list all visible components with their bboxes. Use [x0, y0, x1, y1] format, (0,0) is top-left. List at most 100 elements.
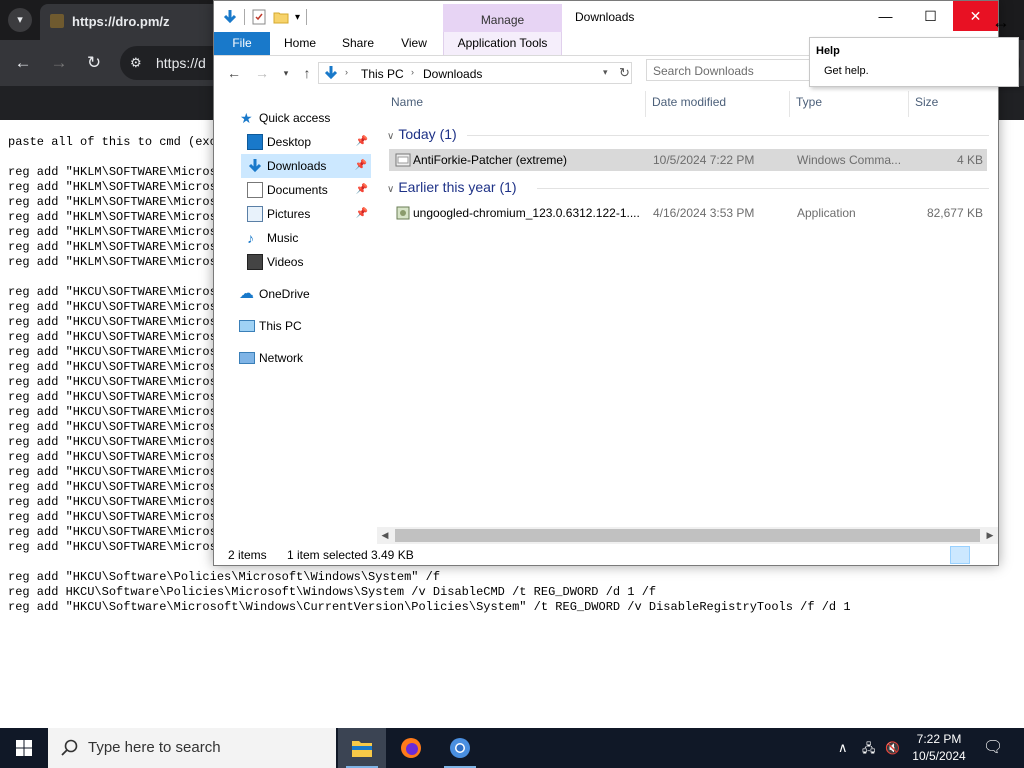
pin-icon[interactable]: 📌: [355, 154, 367, 178]
documents-icon: [247, 182, 263, 198]
nav-item-desktop[interactable]: Desktop 📌: [214, 130, 372, 154]
horizontal-scrollbar[interactable]: ◀ ▶: [377, 527, 998, 544]
taskbar-clock[interactable]: 7:22 PM 10/5/2024: [906, 731, 972, 765]
batch-file-icon: [395, 153, 411, 167]
scroll-left-icon[interactable]: ◀: [377, 527, 393, 544]
reload-icon[interactable]: ↻: [83, 52, 105, 74]
chevron-down-icon: ∨: [387, 131, 395, 142]
nav-item-pictures[interactable]: Pictures 📌: [214, 202, 372, 226]
pin-icon[interactable]: 📌: [356, 130, 368, 154]
search-input[interactable]: Search Downloads: [646, 59, 830, 81]
taskbar-search-input[interactable]: Type here to search: [48, 728, 336, 768]
nav-item-music[interactable]: ♪ Music: [214, 226, 372, 250]
download-arrow-icon[interactable]: [222, 9, 238, 25]
new-folder-icon[interactable]: [273, 9, 289, 25]
breadcrumb-downloads[interactable]: Downloads: [423, 67, 482, 81]
forward-arrow-icon[interactable]: →: [252, 63, 272, 83]
column-header-type[interactable]: Type: [796, 95, 822, 109]
scrollbar-thumb[interactable]: [395, 529, 980, 542]
nav-item-videos[interactable]: Videos: [214, 250, 372, 274]
toolbar-divider: [244, 9, 245, 25]
address-dropdown-icon[interactable]: ▾: [603, 67, 608, 78]
nav-label: This PC: [259, 319, 302, 333]
address-bar[interactable]: › This PC › Downloads ▾ ↻: [318, 62, 632, 84]
pin-icon[interactable]: 📌: [356, 202, 368, 226]
taskbar-file-explorer[interactable]: [338, 728, 386, 768]
browser-tab[interactable]: https://dro.pm/z: [40, 4, 220, 40]
tab-share[interactable]: Share: [334, 32, 382, 55]
url-text: https://d: [156, 55, 206, 71]
file-size: 82,677 KB: [926, 206, 983, 220]
file-row[interactable]: AntiForkie-Patcher (extreme) 10/5/2024 7…: [389, 149, 987, 171]
search-icon: [61, 739, 78, 756]
properties-icon[interactable]: [251, 9, 267, 25]
chevron-down-icon: ∨: [387, 184, 395, 195]
column-header-size[interactable]: Size: [915, 95, 938, 109]
tab-view[interactable]: View: [392, 32, 436, 55]
file-row[interactable]: ungoogled-chromium_123.0.6312.122-1.... …: [389, 202, 987, 224]
scroll-right-icon[interactable]: ▶: [982, 527, 998, 544]
taskbar: Type here to search ∧ 🖧 🔇 7:22 PM 10/5/2…: [0, 728, 1024, 768]
notifications-icon[interactable]: 🗨: [983, 728, 1003, 768]
nav-item-network[interactable]: Network: [214, 346, 372, 370]
nav-item-documents[interactable]: Documents 📌: [214, 178, 372, 202]
recent-locations-icon[interactable]: ▾: [276, 63, 296, 83]
column-divider[interactable]: [908, 91, 909, 117]
refresh-icon[interactable]: ↻: [619, 65, 630, 81]
start-button[interactable]: [0, 728, 48, 768]
volume-muted-icon[interactable]: 🔇: [885, 728, 900, 768]
nav-label: Documents: [267, 183, 328, 197]
nav-label: Pictures: [267, 207, 311, 221]
page-text-line: reg add "HKCU\Software\Policies\Microsof…: [8, 570, 441, 584]
column-divider[interactable]: [645, 91, 646, 117]
nav-item-onedrive[interactable]: ☁ OneDrive: [214, 282, 372, 306]
group-header-today[interactable]: ∨ Today (1): [387, 126, 457, 142]
videos-icon: [247, 254, 263, 270]
column-divider[interactable]: [789, 91, 790, 117]
site-info-icon[interactable]: ⚙: [130, 55, 146, 71]
customize-toolbar-icon[interactable]: ▾: [295, 12, 300, 23]
tab-search-button[interactable]: ▾: [8, 8, 32, 32]
up-arrow-icon[interactable]: ↑: [297, 63, 317, 83]
nav-item-downloads[interactable]: Downloads 📌: [241, 154, 371, 178]
windows-logo-icon: [16, 740, 32, 756]
tab-application-tools[interactable]: Application Tools: [443, 32, 562, 55]
minimize-icon[interactable]: —: [863, 1, 908, 31]
clock-time: 7:22 PM: [916, 732, 962, 746]
maximize-icon[interactable]: ☐: [908, 1, 953, 31]
firefox-icon: [401, 738, 421, 758]
pin-icon[interactable]: 📌: [356, 178, 368, 202]
page-text-line: reg add HKCU\Software\Policies\Microsoft…: [8, 585, 657, 599]
tab-home[interactable]: Home: [276, 32, 324, 55]
network-status-icon[interactable]: 🖧: [862, 728, 875, 768]
column-header-date[interactable]: Date modified: [652, 95, 726, 109]
group-divider: [467, 135, 989, 136]
help-tooltip: Help Get help.: [809, 37, 1019, 87]
installer-icon: [396, 206, 410, 220]
page-text-line: reg add "HKCU\Software\Microsoft\Windows…: [8, 600, 851, 614]
nav-label: Desktop: [267, 135, 312, 149]
group-divider: [537, 188, 989, 189]
back-arrow-icon[interactable]: ←: [224, 63, 244, 83]
manage-contextual-tab[interactable]: Manage: [443, 4, 562, 33]
show-hidden-icons-chevron-icon[interactable]: ∧: [838, 728, 848, 768]
nav-item-this-pc[interactable]: This PC: [214, 314, 372, 338]
back-arrow-icon[interactable]: ←: [12, 52, 34, 74]
quick-access-toolbar: ▾: [222, 7, 308, 27]
column-header-name[interactable]: Name: [391, 95, 423, 109]
forward-arrow-icon[interactable]: →: [48, 52, 70, 74]
taskbar-firefox[interactable]: [387, 728, 435, 768]
title-bar: ▾ Manage Downloads — ☐ ✕: [214, 1, 998, 33]
music-icon: ♪: [247, 230, 254, 246]
desktop-icon: [247, 134, 263, 150]
file-date: 4/16/2024 3:53 PM: [653, 206, 755, 220]
nav-item-quick-access[interactable]: ★ Quick access: [214, 106, 372, 130]
taskbar-chromium[interactable]: [436, 728, 484, 768]
breadcrumb-this-pc[interactable]: This PC: [361, 67, 404, 81]
large-icons-view-icon[interactable]: [974, 546, 994, 564]
navigation-pane: ★ Quick access Desktop 📌 Downloads 📌 Doc…: [214, 101, 374, 541]
tab-file[interactable]: File: [214, 32, 270, 55]
details-view-icon[interactable]: [950, 546, 970, 564]
status-bar: 2 items 1 item selected 3.49 KB: [214, 544, 998, 566]
group-header-earlier-this-year[interactable]: ∨ Earlier this year (1): [387, 179, 517, 195]
